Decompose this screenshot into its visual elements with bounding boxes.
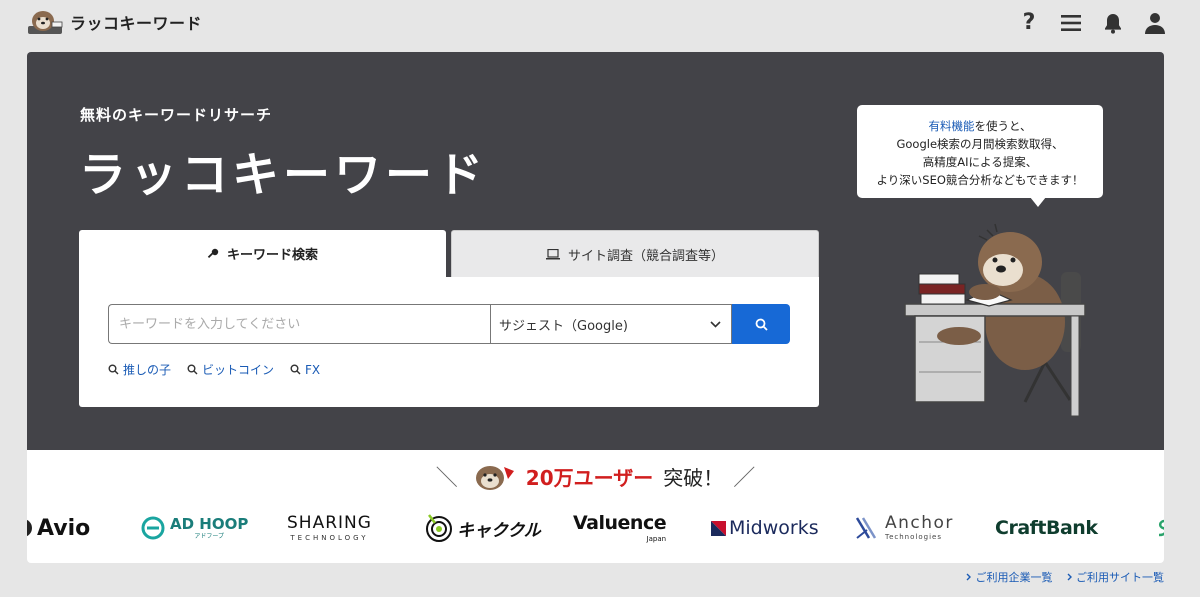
keyword-input[interactable] <box>108 304 491 344</box>
logo-adhoop-text: AD HOOP <box>170 514 249 533</box>
paid-features-bubble: 有料機能を使うと、 Google検索の月間検索数取得、 高精度AIによる提案、 … <box>857 105 1103 207</box>
partial-logo-icon <box>1158 519 1164 537</box>
logo-adhoop-kana: アドフープ <box>194 532 224 540</box>
logo-midworks-text: Midworks <box>729 517 819 539</box>
logo-craftbank-text: CraftBank <box>995 517 1098 539</box>
tab-keyword-search[interactable]: キーワード検索 <box>79 230 446 277</box>
users-section: ＼ 20万ユーザー 突破！ ／ Avio AD HOOP アドフープ SHARI… <box>27 450 1164 563</box>
suggested-keyword[interactable]: ビットコイン <box>187 361 274 378</box>
users-suffix: 突破！ <box>663 465 724 490</box>
search-icon <box>755 318 768 331</box>
tab-site-research-label: サイト調査（競合調査等） <box>567 248 724 264</box>
suggested-keyword-label: ビットコイン <box>202 363 275 377</box>
tab-site-research[interactable]: サイト調査（競合調査等） <box>451 230 819 277</box>
search-button[interactable] <box>732 304 790 344</box>
logo-valuence-text: Valuence <box>573 511 667 534</box>
suggested-keyword-label: 推しの子 <box>123 363 172 377</box>
logo-ad-hoop: AD HOOP アドフープ <box>141 510 248 546</box>
logo-kyakukuru: キャククル <box>425 510 541 546</box>
hero-section: 無料のキーワードリサーチ ラッコキーワード キーワード検索 サイト調査（競合調査… <box>27 52 1164 450</box>
client-logo-strip: Avio AD HOOP アドフープ SHARING TECHNOLOGY キャ… <box>27 510 1164 546</box>
logo-avio-text: Avio <box>37 515 91 541</box>
users-heading: ＼ 20万ユーザー 突破！ ／ <box>27 460 1164 492</box>
logo-anchor-sub: Technologies <box>885 533 942 541</box>
logo-technology-text: TECHNOLOGY <box>290 533 369 542</box>
logo-valuence-sub: Japan <box>646 534 667 543</box>
otter-face-icon <box>475 466 514 490</box>
footer-link-companies[interactable]: ご利用企業一覧 <box>966 569 1053 585</box>
engine-select-value: サジェスト（Google) <box>499 318 628 334</box>
decor-slash-right: ／ <box>733 466 756 491</box>
key-icon <box>207 248 219 258</box>
footer-link-sites[interactable]: ご利用サイト一覧 <box>1067 569 1164 585</box>
logo-anchor-text: Anchor <box>885 513 954 533</box>
chevron-right-icon <box>1067 573 1072 581</box>
logo-craftbank: CraftBank <box>995 510 1098 546</box>
logo-anchor: Anchor Technologies <box>855 510 954 546</box>
suggested-keyword-label: FX <box>305 362 321 377</box>
adhoop-mark-icon <box>141 516 165 540</box>
site-logo[interactable]: ラッコキーワード <box>26 8 202 36</box>
menu-icon[interactable] <box>1060 12 1082 34</box>
avio-mark-icon <box>27 519 32 537</box>
laptop-icon <box>545 248 560 259</box>
header-actions: ? <box>1018 12 1166 34</box>
chevron-down-icon <box>710 320 721 328</box>
bubble-line: を使うと、 <box>974 119 1032 133</box>
search-icon <box>187 364 198 375</box>
logo-sharing-text: SHARING <box>287 512 372 533</box>
user-icon[interactable] <box>1144 12 1166 34</box>
users-count: 20万ユーザー <box>525 465 654 490</box>
bell-icon[interactable] <box>1102 12 1124 34</box>
logo-kyakukuru-text: キャククル <box>457 520 541 541</box>
suggested-keyword[interactable]: 推しの子 <box>108 361 171 378</box>
hero-title: ラッコキーワード <box>79 148 487 203</box>
logo-midworks: Midworks <box>711 510 819 546</box>
logo-partial <box>1157 510 1164 546</box>
otter-mascot-illustration <box>904 223 1086 417</box>
footer-links: ご利用企業一覧 ご利用サイト一覧 <box>966 569 1164 585</box>
logo-text: ラッコキーワード <box>70 14 203 33</box>
bubble-line: Google検索の月間検索数取得、 <box>896 137 1064 151</box>
chevron-right-icon <box>966 573 971 581</box>
decor-slash-left: ＼ <box>435 466 458 491</box>
search-icon <box>290 364 301 375</box>
logo-valuence: Valuence Japan <box>573 510 667 546</box>
help-icon[interactable]: ? <box>1018 12 1040 34</box>
top-bar: ラッコキーワード ? <box>0 0 1200 48</box>
anchor-mark-icon <box>855 517 877 539</box>
suggested-keyword[interactable]: FX <box>290 361 320 378</box>
hero-subtitle: 無料のキーワードリサーチ <box>80 106 273 124</box>
bubble-line: より深いSEO競合分析などもできます！ <box>876 173 1084 187</box>
search-icon <box>108 364 119 375</box>
footer-link-label: ご利用企業一覧 <box>975 571 1053 584</box>
kyakukuru-mark-icon <box>426 514 452 542</box>
midworks-mark-icon <box>711 520 726 536</box>
engine-select[interactable]: サジェスト（Google) <box>490 304 732 344</box>
search-panel: サジェスト（Google) 推しの子 ビットコイン FX <box>79 277 819 407</box>
suggested-keywords: 推しの子 ビットコイン FX <box>108 361 320 378</box>
tab-keyword-search-label: キーワード検索 <box>226 248 318 263</box>
paid-features-link[interactable]: 有料機能 <box>928 119 974 133</box>
otter-logo-icon <box>28 11 63 34</box>
logo-avio: Avio <box>27 510 90 546</box>
logo-sharing-technology: SHARING TECHNOLOGY <box>287 510 372 546</box>
search-card: キーワード検索 サイト調査（競合調査等） サジェスト（Google) 推しの子 <box>79 230 819 407</box>
bubble-line: 高精度AIによる提案、 <box>922 155 1038 169</box>
footer-link-label: ご利用サイト一覧 <box>1076 571 1164 584</box>
